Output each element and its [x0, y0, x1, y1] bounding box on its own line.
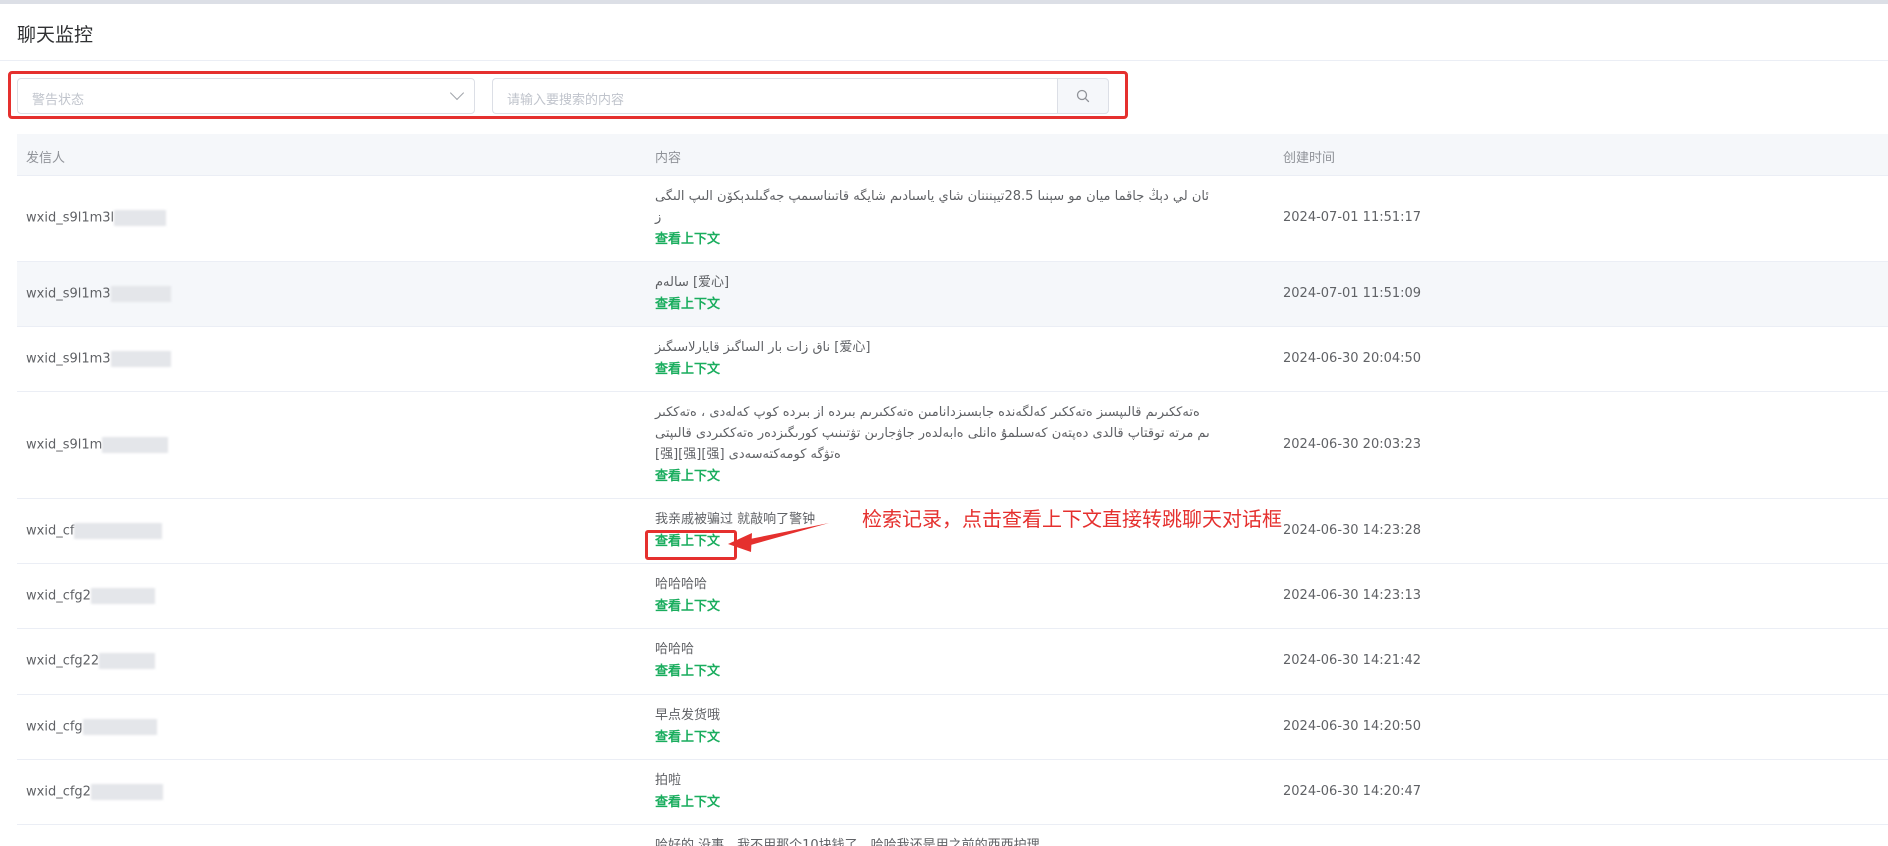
sender-id: wxid_cf: [26, 523, 75, 539]
table-row: 哈好的 没事，我不用那个10块钱了，哈哈我还是用之前的西西护理: [17, 825, 1888, 846]
message-content: 早点发货哦: [655, 708, 721, 723]
table-row: wxid_cfg2 拍啦 查看上下文 2024-06-30 14:20:47: [17, 760, 1888, 825]
redacted-mask: [110, 286, 171, 302]
sender-id: wxid_s9l1m3l: [26, 210, 115, 226]
warning-status-select[interactable]: 警告状态: [17, 78, 475, 114]
message-content: ئان لي دېڭ جاقما ميان مو سېنىا 28.5تيېنن…: [655, 189, 1209, 204]
redacted-mask: [90, 784, 163, 800]
table-row: wxid_cfg2 哈哈哈哈 查看上下文 2024-06-30 14:23:13: [17, 564, 1888, 629]
redacted-mask: [114, 210, 167, 226]
warning-status-placeholder: 警告状态: [32, 93, 85, 108]
message-content: ەتەككىرىم قالىپسىز ەتەككىر كەلگەندە جابس…: [655, 405, 1200, 420]
message-content: ناق زات بار الساگىز قايارلاسىگىز [爱心]: [655, 340, 871, 355]
column-created-time: 创建时间: [1283, 151, 1336, 166]
view-context-link[interactable]: 查看上下文: [655, 596, 720, 618]
sender-id: wxid_cfg: [26, 719, 83, 735]
redacted-mask: [99, 653, 156, 669]
redacted-mask: [82, 719, 157, 735]
message-content: ز: [655, 210, 662, 225]
view-context-link[interactable]: 查看上下文: [655, 294, 720, 316]
redacted-mask: [74, 523, 163, 539]
context-link-annotation-box: [645, 530, 737, 560]
redacted-mask: [110, 351, 171, 367]
search-input[interactable]: 请输入要搜索的内容: [492, 78, 1058, 114]
sender-id: wxid_s9l1m3: [26, 286, 111, 302]
created-time: 2024-06-30 14:23:13: [1283, 588, 1422, 603]
sender-id: wxid_cfg22: [26, 653, 100, 669]
created-time: 2024-06-30 20:03:23: [1283, 437, 1422, 452]
created-time: 2024-06-30 14:21:42: [1283, 653, 1422, 668]
created-time: 2024-06-30 20:04:50: [1283, 351, 1422, 366]
table-row: wxid_s9l1m3l ئان لي دېڭ جاقما ميان مو سې…: [17, 176, 1888, 262]
sender-id: wxid_cfg2: [26, 588, 91, 604]
message-content: ىم مرتە توقتاپ قالدى دەپتەن كەسىلمۇ ەانل…: [655, 426, 1210, 441]
sender-id: wxid_s9l1m: [26, 437, 103, 453]
sender-id: wxid_s9l1m3: [26, 351, 111, 367]
title-divider: [0, 60, 1888, 61]
redacted-mask: [90, 588, 155, 604]
message-content: 拍啦: [655, 773, 682, 788]
page-title: 聊天监控: [17, 24, 94, 46]
search-icon: [1076, 89, 1090, 103]
created-time: 2024-06-30 14:20:47: [1283, 784, 1422, 799]
column-sender: 发信人: [26, 151, 66, 166]
created-time: 2024-07-01 11:51:17: [1283, 210, 1422, 225]
message-content: 哈哈哈哈: [655, 577, 708, 592]
created-time: 2024-07-01 11:51:09: [1283, 286, 1422, 301]
message-content: ەتۋگە كومەكتەسەدى [强][强][强]: [655, 447, 841, 462]
top-border: [0, 0, 1888, 4]
chevron-down-icon: [449, 85, 465, 101]
view-context-link[interactable]: 查看上下文: [655, 359, 720, 381]
message-content: 哈好的 没事，我不用那个10块钱了，哈哈我还是用之前的西西护理: [655, 838, 1040, 846]
search-placeholder: 请输入要搜索的内容: [507, 93, 625, 108]
message-content: 哈哈哈: [655, 642, 695, 657]
table-row: wxid_s9l1m ەتەككىرىم قالىپسىز ەتەككىر كە…: [17, 392, 1888, 499]
created-time: 2024-06-30 14:23:28: [1283, 523, 1422, 538]
sender-id: wxid_cfg2: [26, 784, 91, 800]
view-context-link[interactable]: 查看上下文: [655, 661, 720, 683]
redacted-mask: [102, 437, 169, 453]
annotation-text: 检索记录，点击查看上下文直接转跳聊天对话框: [862, 507, 1282, 531]
view-context-link[interactable]: 查看上下文: [655, 466, 720, 488]
column-content: 内容: [655, 151, 682, 166]
table-row: wxid_cfg22 哈哈哈 查看上下文 2024-06-30 14:21:42: [17, 629, 1888, 695]
table-row: wxid_s9l1m3 سالەم [爱心] 查看上下文 2024-07-01 …: [17, 262, 1888, 327]
table-row: wxid_s9l1m3 ناق زات بار الساگىز قايارلاس…: [17, 327, 1888, 392]
created-time: 2024-06-30 14:20:50: [1283, 719, 1422, 734]
search-button[interactable]: [1057, 78, 1109, 114]
view-context-link[interactable]: 查看上下文: [655, 727, 720, 749]
view-context-link[interactable]: 查看上下文: [655, 229, 720, 251]
table-row: wxid_cfg 早点发货哦 查看上下文 2024-06-30 14:20:50: [17, 695, 1888, 760]
table-header: 发信人 内容 创建时间: [17, 134, 1888, 176]
view-context-link[interactable]: 查看上下文: [655, 792, 720, 814]
message-content: سالەم [爱心]: [655, 275, 730, 290]
